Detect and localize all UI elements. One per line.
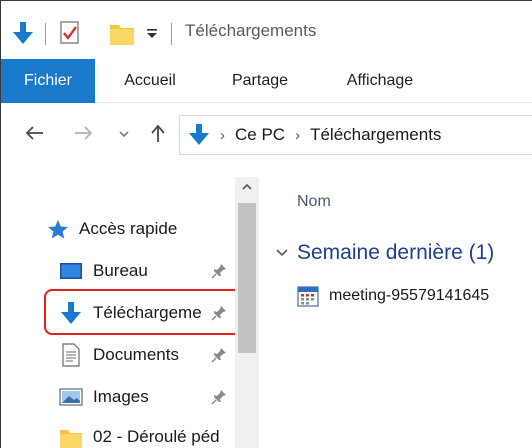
chevron-up-icon (241, 179, 253, 197)
address-bar[interactable]: › Ce PC › Téléchargements (179, 115, 532, 155)
images-icon (59, 387, 83, 407)
group-header[interactable]: Semaine dernière (1) (275, 241, 494, 265)
content-pane: Nom Semaine dernière (1) meeting-9557914… (259, 167, 532, 448)
breadcrumb-separator: › (295, 126, 301, 144)
nav-item-label: 02 - Déroulé péd (93, 427, 220, 446)
download-arrow-icon (59, 301, 83, 327)
window-title: Téléchargements (185, 21, 317, 40)
arrow-up-icon (150, 123, 166, 148)
folder-icon (59, 427, 83, 448)
pin-icon[interactable] (211, 263, 227, 284)
pin-icon[interactable] (211, 305, 227, 326)
pin-icon[interactable] (211, 389, 227, 410)
nav-item-telechargements[interactable]: Téléchargeme (1, 293, 235, 333)
nav-item-label: Bureau (93, 261, 148, 280)
nav-item-images[interactable]: Images (1, 377, 235, 417)
nav-item-label: Accès rapide (79, 219, 178, 238)
group-header-label: Semaine dernière (1) (297, 241, 495, 264)
tab-accueil[interactable]: Accueil (105, 59, 195, 103)
navigation-bar: › Ce PC › Téléchargements (1, 103, 532, 167)
nav-item-bureau[interactable]: Bureau (1, 251, 235, 291)
scroll-thumb[interactable] (238, 203, 256, 353)
nav-item-label: Documents (93, 345, 179, 364)
forward-button[interactable] (67, 103, 101, 167)
new-folder-icon[interactable] (109, 22, 135, 51)
nav-item-label: Images (93, 387, 149, 406)
toolbar-separator (171, 23, 172, 45)
desktop-icon (59, 261, 83, 281)
customize-dropdown-icon[interactable] (145, 26, 159, 45)
title-bar: Téléchargements (1, 1, 532, 59)
chevron-down-icon (118, 126, 130, 144)
nav-item-deroule-pedagogique[interactable]: 02 - Déroulé péd (1, 417, 235, 448)
nav-item-label: Téléchargeme (93, 303, 202, 322)
download-arrow-icon (188, 123, 210, 147)
nav-item-documents[interactable]: Documents (1, 335, 235, 375)
file-explorer-window: Téléchargements Fichier Accueil Partage … (0, 0, 532, 448)
up-button[interactable] (143, 103, 173, 167)
document-icon (61, 343, 81, 367)
toolbar-separator (45, 23, 46, 45)
breadcrumb-telechargements[interactable]: Téléchargements (310, 125, 441, 145)
back-button[interactable] (17, 103, 51, 167)
nav-pane-scrollbar[interactable] (235, 177, 259, 448)
file-name: meeting-95579141645 (329, 287, 490, 304)
calendar-file-icon (297, 285, 319, 307)
tab-affichage[interactable]: Affichage (325, 59, 435, 103)
tab-fichier[interactable]: Fichier (1, 59, 95, 103)
scroll-up-button[interactable] (235, 177, 259, 199)
star-icon (47, 219, 69, 239)
ribbon-tabs: Fichier Accueil Partage Affichage (1, 59, 532, 103)
column-header-name[interactable]: Nom (297, 193, 331, 211)
navigation-pane: Accès rapide Bureau Téléchargeme Documen… (1, 167, 259, 448)
recent-locations-button[interactable] (113, 103, 135, 167)
file-row[interactable]: meeting-95579141645 (297, 285, 489, 307)
nav-item-acces-rapide[interactable]: Accès rapide (1, 209, 235, 249)
properties-check-icon[interactable] (59, 20, 81, 51)
breadcrumb-ce-pc[interactable]: Ce PC (235, 125, 285, 145)
tab-partage[interactable]: Partage (213, 59, 307, 103)
arrow-left-icon (24, 125, 44, 146)
download-arrow-icon[interactable] (11, 21, 35, 52)
chevron-down-icon (275, 247, 289, 259)
breadcrumb-separator: › (220, 126, 225, 144)
pin-icon[interactable] (211, 347, 227, 368)
arrow-right-icon (74, 125, 94, 146)
